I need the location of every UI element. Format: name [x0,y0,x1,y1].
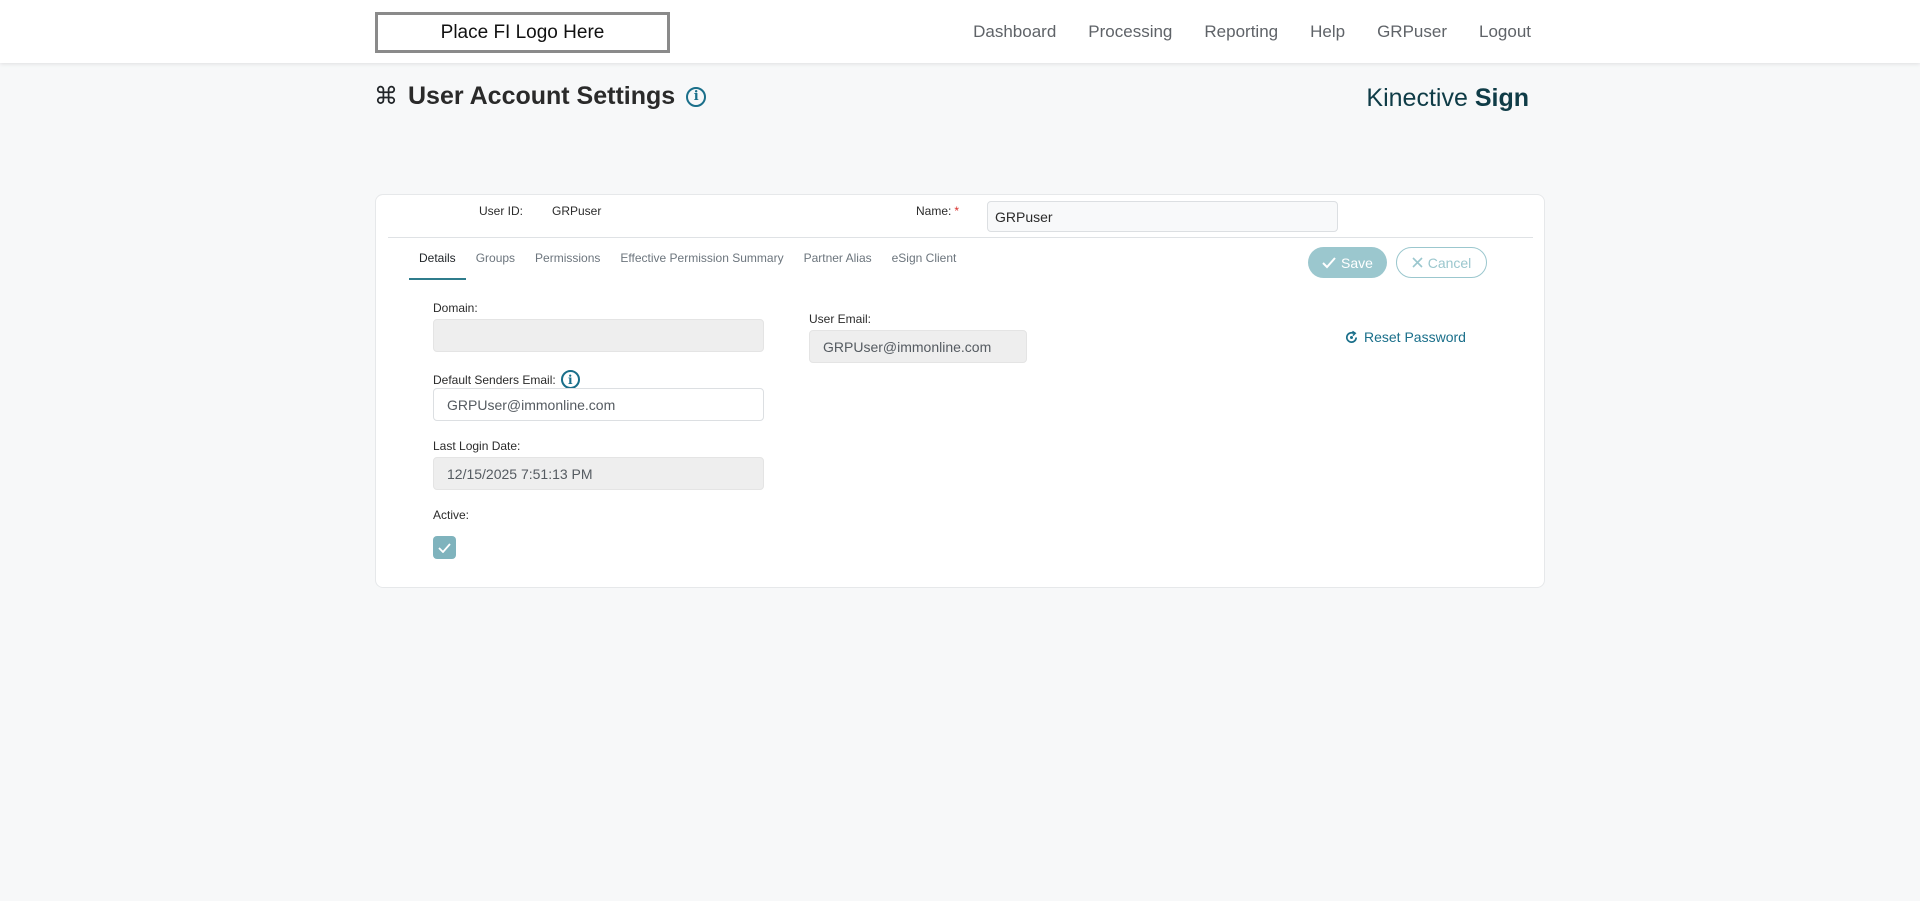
name-label: Name: * [916,204,959,218]
default-sender-email-field[interactable]: GRPUser@immonline.com [433,388,764,421]
check-icon [438,542,451,553]
user-email-field: GRPUser@immonline.com [809,330,1027,363]
name-input[interactable]: GRPuser [987,201,1338,232]
check-icon [1322,256,1336,268]
nav-reporting[interactable]: Reporting [1204,22,1278,42]
nav-processing[interactable]: Processing [1088,22,1172,42]
last-login-field: 12/15/2025 7:51:13 PM [433,457,764,490]
user-id-value: GRPuser [552,204,602,218]
tab-esign-client[interactable]: eSign Client [882,238,967,278]
cancel-label: Cancel [1427,254,1472,271]
brand-name-part2: Sign [1474,84,1529,112]
tab-partner-alias[interactable]: Partner Alias [794,238,882,278]
info-icon[interactable]: i [686,86,707,107]
brand-logo: Kinective Sign [1366,84,1529,113]
tab-bar: Details Groups Permissions Effective Per… [409,238,966,280]
reset-icon [1346,330,1358,343]
nav-dashboard[interactable]: Dashboard [973,22,1056,42]
default-sender-label: Default Senders Email: i [433,370,580,389]
info-icon[interactable]: i [560,370,580,389]
user-email-label: User Email: [809,312,872,326]
active-checkbox[interactable] [433,536,456,559]
last-login-label: Last Login Date: [433,439,521,453]
name-label-text: Name: [916,204,952,218]
page-header: ⌘ User Account Settings i [374,82,707,111]
required-marker: * [954,204,960,218]
tab-details[interactable]: Details [409,238,466,280]
reset-password-link[interactable]: Reset Password [1344,329,1466,345]
save-label: Save [1341,254,1373,271]
nav-help[interactable]: Help [1310,22,1345,42]
nav-user-menu[interactable]: GRPuser [1377,22,1447,42]
top-navbar: Place FI Logo Here Dashboard Processing … [0,0,1920,63]
default-sender-label-text: Default Senders Email: [433,372,556,387]
command-icon: ⌘ [374,82,398,110]
user-settings-card: User ID: GRPuser Name: * GRPuser Details … [375,194,1545,588]
page-title: User Account Settings [408,82,676,110]
fi-logo-placeholder[interactable]: Place FI Logo Here [375,12,670,53]
brand-name-part1: Kinective [1366,84,1468,112]
close-icon [1412,257,1423,268]
domain-field[interactable] [433,319,764,352]
reset-password-label: Reset Password [1364,329,1466,345]
main-nav: Dashboard Processing Reporting Help GRPu… [973,0,1531,63]
tab-effective-permission-summary[interactable]: Effective Permission Summary [610,238,793,278]
nav-logout[interactable]: Logout [1479,22,1531,42]
cancel-button[interactable]: Cancel [1396,247,1487,278]
save-button[interactable]: Save [1308,247,1387,278]
tab-groups[interactable]: Groups [466,238,525,278]
domain-label: Domain: [433,301,478,315]
tab-permissions[interactable]: Permissions [525,238,610,278]
active-label: Active: [433,508,470,522]
user-id-label: User ID: [479,204,524,218]
